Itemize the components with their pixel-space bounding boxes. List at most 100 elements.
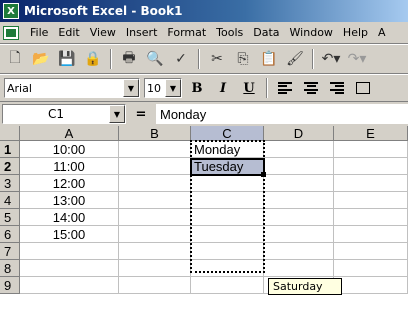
cell-a6[interactable]: 15:00 [20,226,119,243]
font-name-combo[interactable]: Arial ▼ [4,78,140,98]
permission-icon[interactable]: 🔒 [82,48,104,70]
menu-help[interactable]: Help [338,26,373,39]
cut-icon[interactable]: ✂ [206,48,228,70]
row-header-8[interactable]: 8 [0,260,20,277]
excel-app-icon[interactable]: X [3,3,19,19]
redo-icon[interactable]: ↷▾ [346,48,368,70]
menu-view[interactable]: View [85,26,121,39]
new-icon[interactable]: 🗋 [4,48,26,70]
cell-c7[interactable] [191,243,264,260]
cell-e5[interactable] [334,209,408,226]
cell-b8[interactable] [119,260,191,277]
spelling-icon[interactable]: ✓ [170,48,192,70]
menu-overflow[interactable]: A [373,26,391,39]
underline-button[interactable]: U [238,78,260,98]
cell-e1[interactable] [334,141,408,158]
menu-insert[interactable]: Insert [121,26,163,39]
cell-e9[interactable] [334,277,408,294]
row-header-3[interactable]: 3 [0,175,20,192]
chevron-down-icon[interactable]: ▼ [123,79,139,97]
undo-icon[interactable]: ↶▾ [320,48,342,70]
equals-icon[interactable]: = [126,107,156,122]
cell-c3[interactable] [191,175,264,192]
align-right-button[interactable] [326,78,348,98]
cell-e3[interactable] [334,175,408,192]
cell-d6[interactable] [264,226,334,243]
column-header-e[interactable]: E [334,126,408,141]
open-icon[interactable]: 📂 [30,48,52,70]
menu-format[interactable]: Format [162,26,211,39]
font-size-combo[interactable]: 10 ▼ [144,78,182,98]
cell-b2[interactable] [119,158,191,175]
name-box[interactable]: C1 ▼ [2,104,126,124]
cell-c5[interactable] [191,209,264,226]
align-left-button[interactable] [274,78,296,98]
cell-d3[interactable] [264,175,334,192]
fill-handle[interactable] [261,172,266,177]
cell-e8[interactable] [334,260,408,277]
cell-a4[interactable]: 13:00 [20,192,119,209]
cell-b7[interactable] [119,243,191,260]
worksheet-grid[interactable]: A B C D E 1 2 3 4 5 6 7 8 9 10:00 11:00 … [0,126,408,317]
cell-a3[interactable]: 12:00 [20,175,119,192]
menu-window[interactable]: Window [285,26,338,39]
save-icon[interactable]: 💾 [56,48,78,70]
cell-d5[interactable] [264,209,334,226]
merge-center-button[interactable] [352,78,374,98]
cell-c1[interactable]: Monday [191,141,264,158]
cell-e4[interactable] [334,192,408,209]
cell-d1[interactable] [264,141,334,158]
chevron-down-icon[interactable]: ▼ [109,105,125,123]
column-header-b[interactable]: B [119,126,191,141]
row-header-9[interactable]: 9 [0,277,20,294]
cell-a2[interactable]: 11:00 [20,158,119,175]
cell-a8[interactable] [20,260,119,277]
row-header-2[interactable]: 2 [0,158,20,175]
cell-c8[interactable] [191,260,264,277]
column-header-a[interactable]: A [20,126,119,141]
bold-button[interactable]: B [186,78,208,98]
menu-edit[interactable]: Edit [53,26,84,39]
cell-b9[interactable] [119,277,191,294]
cell-b3[interactable] [119,175,191,192]
cell-e2[interactable] [334,158,408,175]
cell-b6[interactable] [119,226,191,243]
row-header-4[interactable]: 4 [0,192,20,209]
cell-c9[interactable] [191,277,264,294]
align-center-button[interactable] [300,78,322,98]
cell-d8[interactable] [264,260,334,277]
copy-icon[interactable]: ⎘ [232,48,254,70]
row-header-1[interactable]: 1 [0,141,20,158]
cell-e7[interactable] [334,243,408,260]
cell-a7[interactable] [20,243,119,260]
cell-c4[interactable] [191,192,264,209]
chevron-down-icon[interactable]: ▼ [165,79,181,97]
row-header-7[interactable]: 7 [0,243,20,260]
menu-file[interactable]: File [25,26,53,39]
cell-a1[interactable]: 10:00 [20,141,119,158]
cell-a9[interactable] [20,277,119,294]
cell-b4[interactable] [119,192,191,209]
cell-e6[interactable] [334,226,408,243]
format-painter-icon[interactable]: 🖌 [284,48,306,70]
print-preview-icon[interactable]: 🔍 [144,48,166,70]
cell-d2[interactable] [264,158,334,175]
cell-b1[interactable] [119,141,191,158]
italic-button[interactable]: I [212,78,234,98]
paste-icon[interactable]: 📋 [258,48,280,70]
cell-a5[interactable]: 14:00 [20,209,119,226]
cell-b5[interactable] [119,209,191,226]
cell-c6[interactable] [191,226,264,243]
formula-input[interactable]: Monday [156,104,408,124]
print-icon[interactable]: 🖶 [118,48,140,70]
column-header-c[interactable]: C [191,126,264,141]
row-header-6[interactable]: 6 [0,226,20,243]
workbook-icon[interactable] [3,25,19,40]
select-all-corner[interactable] [0,126,20,141]
column-header-d[interactable]: D [264,126,334,141]
row-header-5[interactable]: 5 [0,209,20,226]
cell-d7[interactable] [264,243,334,260]
cell-c2[interactable]: Tuesday [191,158,264,175]
menu-tools[interactable]: Tools [211,26,248,39]
cell-d4[interactable] [264,192,334,209]
